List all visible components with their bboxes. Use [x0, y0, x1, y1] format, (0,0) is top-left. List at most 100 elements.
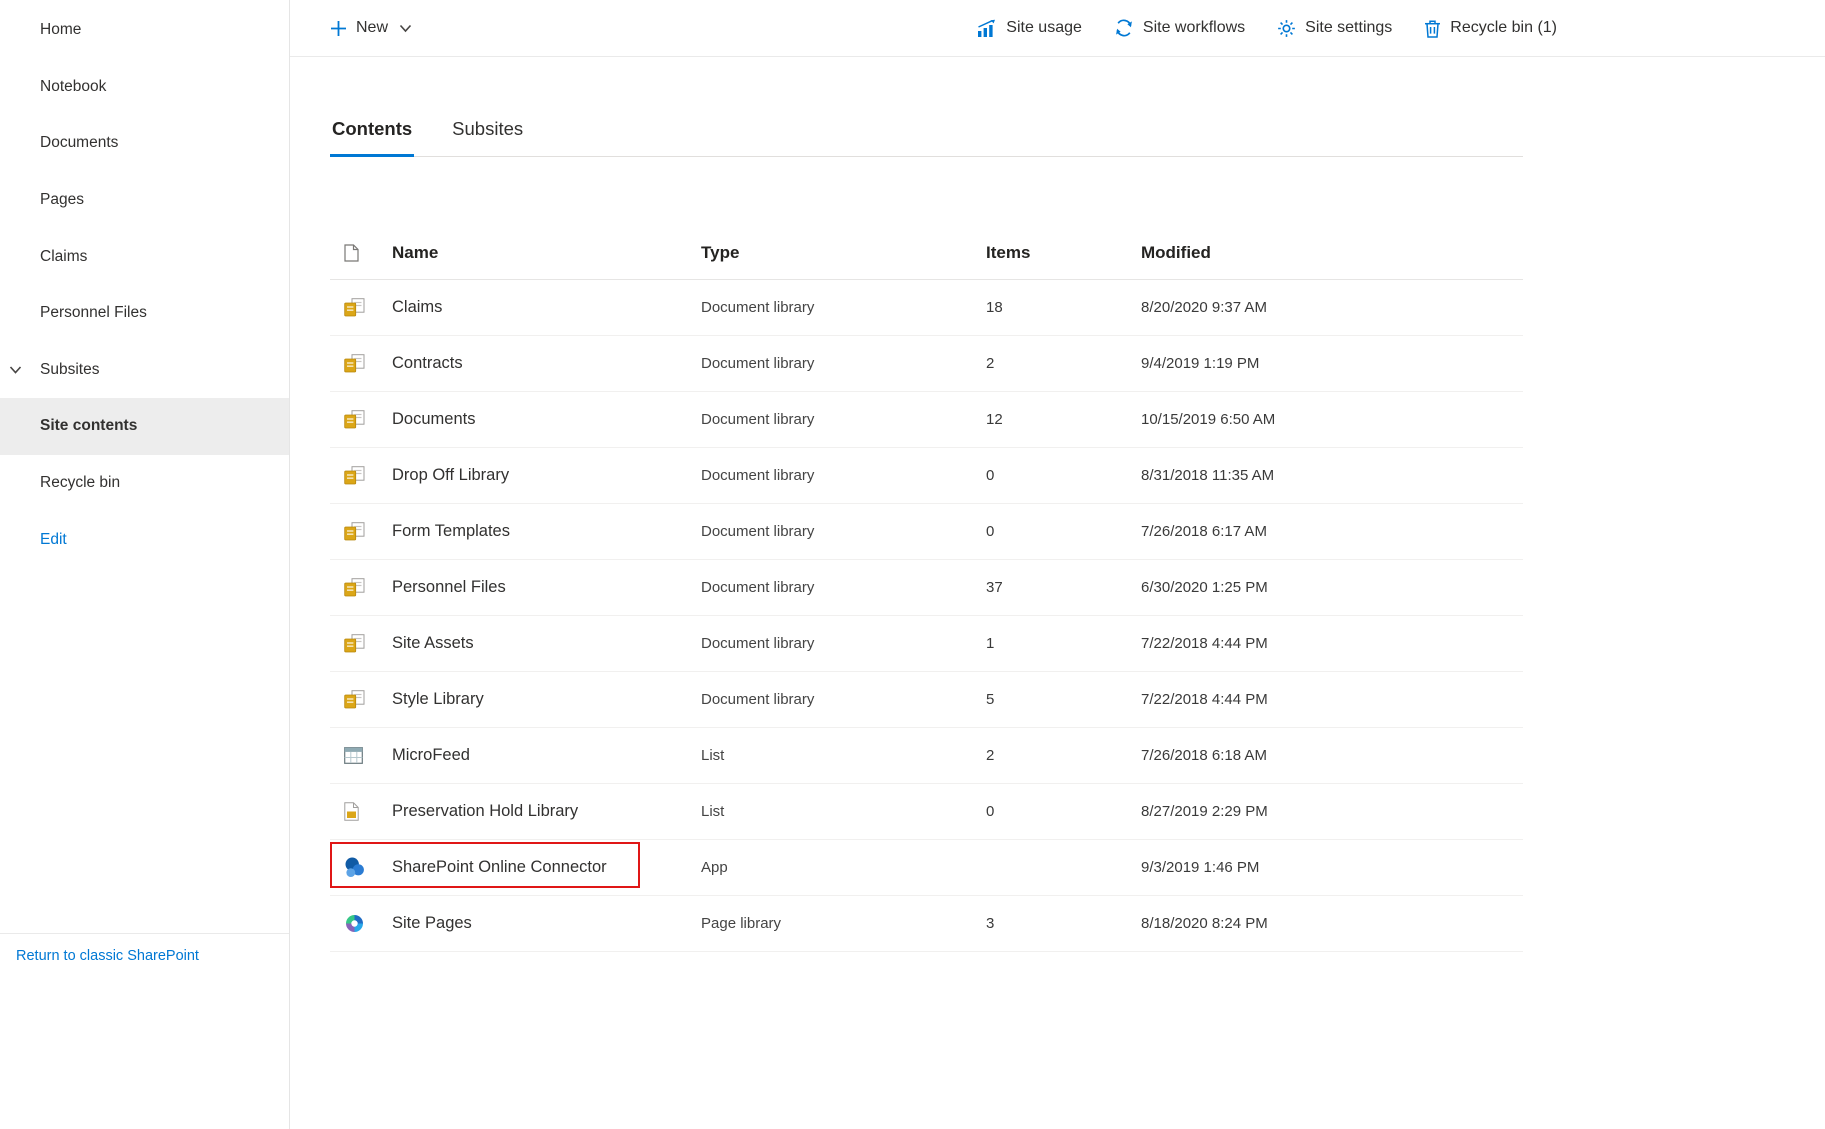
- table-row-sharepoint-online-connector[interactable]: SharePoint Online Connector App 9/3/2019…: [330, 840, 1523, 896]
- tab-contents[interactable]: Contents: [330, 109, 414, 157]
- sidebar-item-site-contents[interactable]: Site contents: [0, 398, 289, 455]
- row-name-link[interactable]: Site Assets: [392, 634, 474, 652]
- sidebar-item-documents[interactable]: Documents: [0, 115, 289, 172]
- sidebar-item-pages[interactable]: Pages: [0, 172, 289, 229]
- row-name-cell: Claims: [392, 298, 701, 317]
- row-type: Page library: [701, 915, 986, 932]
- table-row-preservation-hold-library[interactable]: Preservation Hold Library List 0 8/27/20…: [330, 784, 1523, 840]
- row-items-count: 12: [986, 411, 1141, 428]
- table-row-style-library[interactable]: Style Library Document library 5 7/22/20…: [330, 672, 1523, 728]
- sidebar-item-label: Pages: [40, 191, 84, 209]
- chevron-down-icon[interactable]: [9, 365, 22, 374]
- row-name-link[interactable]: SharePoint Online Connector: [392, 858, 607, 876]
- sidebar-item-recycle-bin[interactable]: Recycle bin: [0, 455, 289, 512]
- row-name-link[interactable]: Site Pages: [392, 914, 472, 932]
- row-modified-date: 7/22/2018 4:44 PM: [1141, 635, 1523, 652]
- action-label: Recycle bin (1): [1450, 19, 1557, 37]
- column-header-type[interactable]: Type: [701, 243, 986, 263]
- new-button[interactable]: New: [330, 19, 412, 37]
- row-icon-cell: [330, 857, 392, 878]
- sidebar-item-edit[interactable]: Edit: [0, 511, 289, 568]
- sidebar-item-label: Recycle bin: [40, 474, 120, 492]
- table-row-form-templates[interactable]: Form Templates Document library 0 7/26/2…: [330, 504, 1523, 560]
- row-name-cell: Contracts: [392, 354, 701, 373]
- site-usage-button[interactable]: Site usage: [976, 19, 1082, 38]
- list-icon: [344, 747, 363, 764]
- table-row-claims[interactable]: Claims Document library 18 8/20/2020 9:3…: [330, 280, 1523, 336]
- recycle-bin-1-button[interactable]: Recycle bin (1): [1424, 19, 1557, 38]
- row-name-link[interactable]: Contracts: [392, 354, 463, 372]
- chart-icon: [976, 19, 997, 38]
- doclib-icon: [344, 522, 365, 541]
- sidebar-item-label: Claims: [40, 248, 87, 266]
- row-items-count: 37: [986, 579, 1141, 596]
- column-header-items[interactable]: Items: [986, 243, 1141, 263]
- doc-icon: [344, 802, 359, 821]
- main-area: New Site usage Site workflows Site setting…: [290, 0, 1825, 1129]
- table-row-site-assets[interactable]: Site Assets Document library 1 7/22/2018…: [330, 616, 1523, 672]
- row-type: Document library: [701, 691, 986, 708]
- row-name-link[interactable]: Preservation Hold Library: [392, 802, 578, 820]
- tabs: Contents Subsites: [330, 109, 1523, 157]
- column-header-name[interactable]: Name: [392, 243, 701, 263]
- row-type: Document library: [701, 523, 986, 540]
- row-modified-date: 7/26/2018 6:18 AM: [1141, 747, 1523, 764]
- row-icon-cell: [330, 410, 392, 429]
- row-icon-cell: [330, 522, 392, 541]
- sidebar-item-claims[interactable]: Claims: [0, 228, 289, 285]
- table-row-drop-off-library[interactable]: Drop Off Library Document library 0 8/31…: [330, 448, 1523, 504]
- row-name-link[interactable]: Personnel Files: [392, 578, 506, 596]
- row-modified-date: 8/27/2019 2:29 PM: [1141, 803, 1523, 820]
- row-name-link[interactable]: Documents: [392, 410, 475, 428]
- row-icon-cell: [330, 913, 392, 934]
- row-items-count: 18: [986, 299, 1141, 316]
- document-icon: [344, 244, 359, 262]
- sidebar-item-label: Notebook: [40, 78, 106, 96]
- row-name-link[interactable]: Form Templates: [392, 522, 510, 540]
- row-type: List: [701, 803, 986, 820]
- row-modified-date: 9/4/2019 1:19 PM: [1141, 355, 1523, 372]
- row-icon-cell: [330, 802, 392, 821]
- table-row-documents[interactable]: Documents Document library 12 10/15/2019…: [330, 392, 1523, 448]
- row-name-link[interactable]: Style Library: [392, 690, 484, 708]
- sidebar-item-personnel-files[interactable]: Personnel Files: [0, 285, 289, 342]
- sidebar-nav: Home Notebook Documents Pages Claims Per…: [0, 0, 289, 568]
- sidebar-item-subsites[interactable]: Subsites: [0, 342, 289, 399]
- row-modified-date: 8/20/2020 9:37 AM: [1141, 299, 1523, 316]
- action-label: Site usage: [1006, 19, 1082, 37]
- row-name-link[interactable]: MicroFeed: [392, 746, 470, 764]
- row-type: Document library: [701, 467, 986, 484]
- row-name-cell: Style Library: [392, 690, 701, 709]
- sync-icon: [1114, 18, 1134, 38]
- site-settings-button[interactable]: Site settings: [1277, 19, 1392, 38]
- doclib-icon: [344, 298, 365, 317]
- row-name-link[interactable]: Drop Off Library: [392, 466, 509, 484]
- table-row-contracts[interactable]: Contracts Document library 2 9/4/2019 1:…: [330, 336, 1523, 392]
- trash-icon: [1424, 19, 1441, 38]
- sidebar-item-notebook[interactable]: Notebook: [0, 59, 289, 116]
- command-bar: New Site usage Site workflows Site setting…: [290, 0, 1825, 57]
- row-name-cell: MicroFeed: [392, 746, 701, 765]
- row-modified-date: 10/15/2019 6:50 AM: [1141, 411, 1523, 428]
- row-icon-cell: [330, 298, 392, 317]
- site-workflows-button[interactable]: Site workflows: [1114, 18, 1245, 38]
- row-modified-date: 6/30/2020 1:25 PM: [1141, 579, 1523, 596]
- table-header-row: Name Type Items Modified: [330, 227, 1523, 280]
- doclib-icon: [344, 354, 365, 373]
- sidebar-footer: Return to classic SharePoint: [0, 933, 289, 978]
- row-icon-cell: [330, 690, 392, 709]
- tab-subsites[interactable]: Subsites: [450, 109, 525, 157]
- table-row-microfeed[interactable]: MicroFeed List 2 7/26/2018 6:18 AM: [330, 728, 1523, 784]
- row-name-cell: SharePoint Online Connector: [392, 858, 701, 877]
- return-to-classic-link[interactable]: Return to classic SharePoint: [16, 948, 199, 964]
- doclib-icon: [344, 578, 365, 597]
- row-icon-cell: [330, 747, 392, 764]
- row-name-link[interactable]: Claims: [392, 298, 442, 316]
- table-row-site-pages[interactable]: Site Pages Page library 3 8/18/2020 8:24…: [330, 896, 1523, 952]
- table-row-personnel-files[interactable]: Personnel Files Document library 37 6/30…: [330, 560, 1523, 616]
- row-name-cell: Site Assets: [392, 634, 701, 653]
- row-icon-cell: [330, 634, 392, 653]
- sidebar-item-home[interactable]: Home: [0, 2, 289, 59]
- column-header-modified[interactable]: Modified: [1141, 243, 1523, 263]
- row-name-cell: Drop Off Library: [392, 466, 701, 485]
